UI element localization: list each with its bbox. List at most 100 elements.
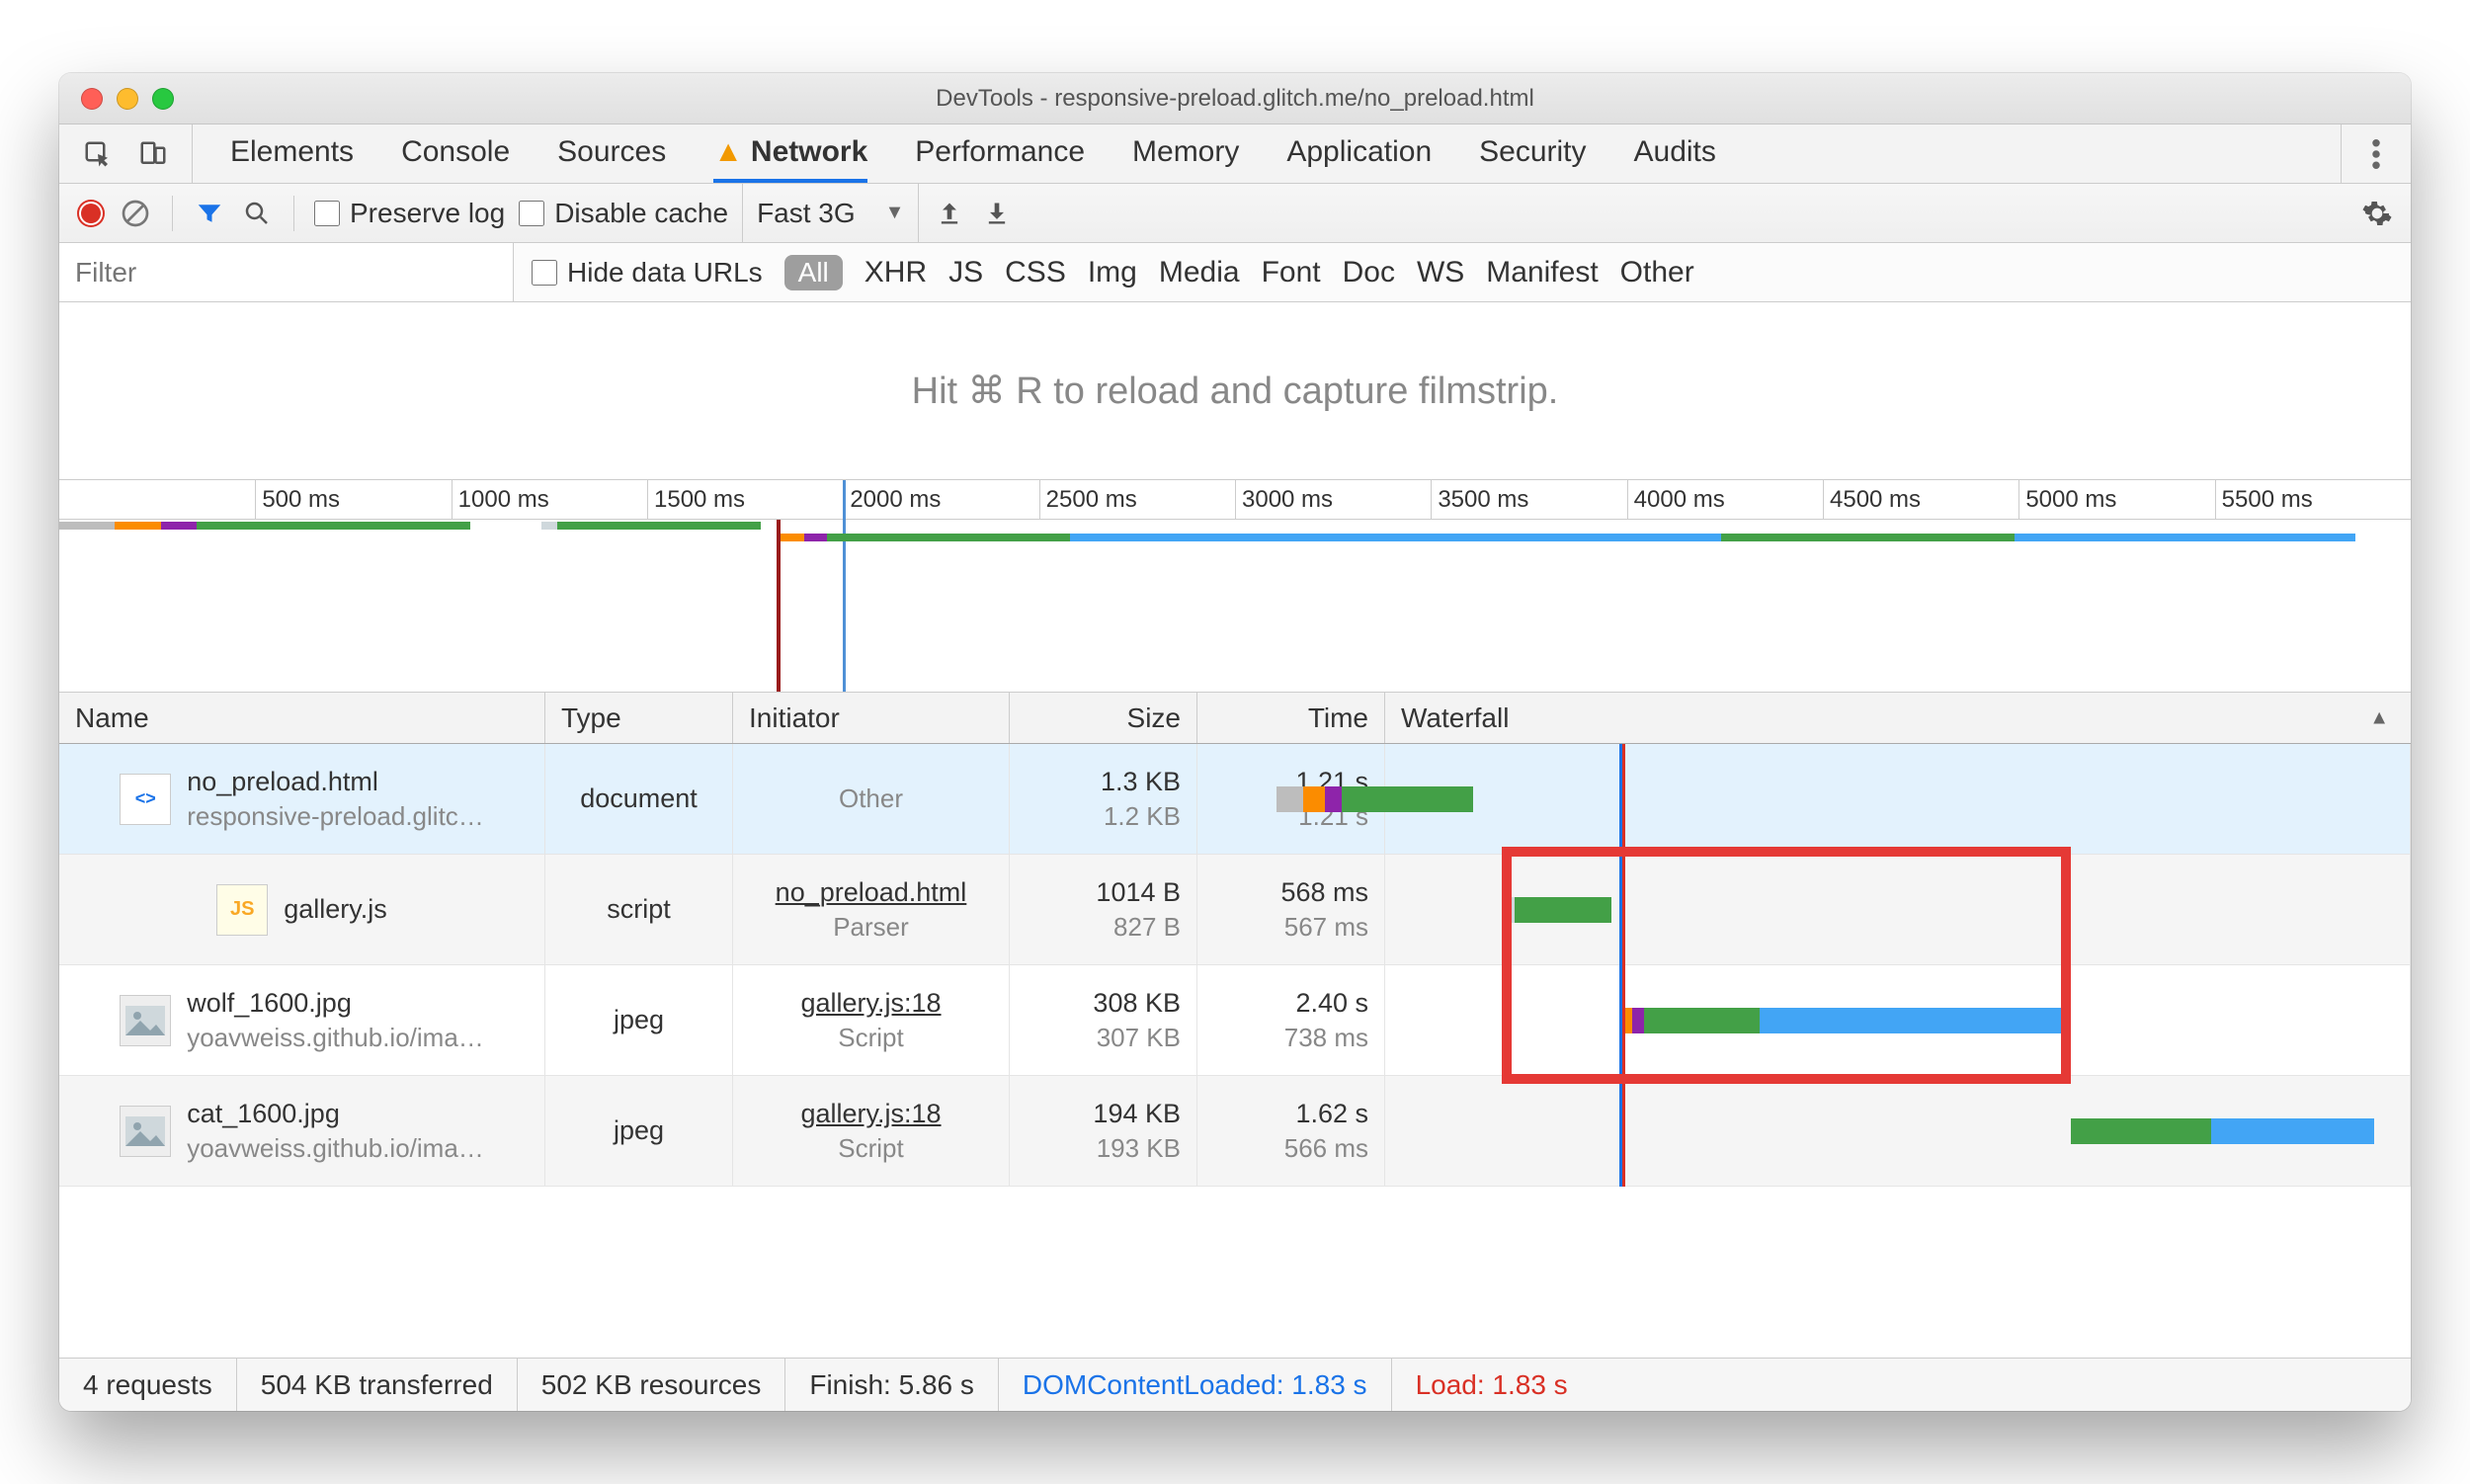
col-size[interactable]: Size [1010, 693, 1197, 743]
time-sub: 566 ms [1284, 1133, 1368, 1164]
ruler-tick: 4500 ms [1823, 480, 1921, 519]
kebab-menu-icon[interactable] [2359, 137, 2393, 171]
request-type: jpeg [545, 1076, 733, 1186]
wf-segment [1303, 786, 1326, 812]
time: 568 ms [1280, 877, 1368, 908]
filter-type-js[interactable]: JS [948, 256, 983, 289]
tab-security[interactable]: Security [1479, 124, 1586, 183]
initiator-sub: Parser [833, 912, 909, 943]
chevron-down-icon: ▼ [885, 202, 905, 224]
wf-segment [2071, 1118, 2211, 1144]
status-dcl: DOMContentLoaded: 1.83 s [999, 1359, 1392, 1411]
waterfall-cell [1385, 965, 2411, 1075]
time: 1.62 s [1295, 1099, 1368, 1129]
initiator-sub: Script [838, 1133, 903, 1164]
col-waterfall[interactable]: Waterfall▲ [1385, 693, 2411, 743]
download-har-icon[interactable] [980, 197, 1014, 230]
size: 1014 B [1096, 877, 1181, 908]
filter-all-pill[interactable]: All [784, 255, 843, 290]
overview-segment [197, 522, 314, 530]
initiator-link[interactable]: gallery.js:18 [800, 1099, 941, 1129]
preserve-log-checkbox[interactable]: Preserve log [314, 198, 505, 229]
search-icon[interactable] [240, 197, 274, 230]
tab-console[interactable]: Console [401, 124, 510, 183]
request-host: responsive-preload.glitc… [187, 801, 484, 832]
request-host: yoavweiss.github.io/ima… [187, 1133, 484, 1164]
initiator-text: Other [839, 783, 903, 814]
record-button[interactable] [77, 200, 105, 227]
request-name: gallery.js [284, 894, 387, 925]
upload-har-icon[interactable] [933, 197, 966, 230]
tab-memory[interactable]: Memory [1132, 124, 1239, 183]
ruler-tick: 3000 ms [1235, 480, 1333, 519]
status-transferred: 504 KB transferred [237, 1359, 518, 1411]
disable-cache-checkbox[interactable]: Disable cache [519, 198, 728, 229]
time-sub: 567 ms [1284, 912, 1368, 943]
status-finish: Finish: 5.86 s [785, 1359, 999, 1411]
col-time[interactable]: Time [1197, 693, 1385, 743]
request-type: document [545, 744, 733, 854]
filter-input[interactable] [59, 243, 514, 301]
tab-network[interactable]: ▲Network [713, 124, 867, 183]
filter-type-css[interactable]: CSS [1005, 256, 1066, 289]
tab-application[interactable]: Application [1286, 124, 1432, 183]
request-row[interactable]: <>no_preload.htmlresponsive-preload.glit… [59, 744, 2411, 855]
range-handle[interactable] [843, 480, 846, 692]
request-row[interactable]: wolf_1600.jpgyoavweiss.github.io/ima…jpe… [59, 965, 2411, 1076]
tab-audits[interactable]: Audits [1634, 124, 1716, 183]
waterfall-cell [1385, 1076, 2411, 1186]
filter-type-ws[interactable]: WS [1417, 256, 1464, 289]
ruler-tick: 1000 ms [452, 480, 549, 519]
status-resources: 502 KB resources [518, 1359, 786, 1411]
clear-button[interactable] [119, 197, 152, 230]
filter-type-font[interactable]: Font [1262, 256, 1321, 289]
overview-segment [804, 534, 828, 541]
wf-segment [2211, 1118, 2374, 1144]
inspect-element-icon[interactable] [81, 137, 115, 171]
size: 194 KB [1093, 1099, 1181, 1129]
time-sub: 738 ms [1284, 1023, 1368, 1053]
request-type: jpeg [545, 965, 733, 1075]
wf-segment [1507, 897, 1515, 923]
overview-segment [1070, 534, 1720, 541]
filter-type-manifest[interactable]: Manifest [1486, 256, 1598, 289]
status-load: Load: 1.83 s [1392, 1359, 1592, 1411]
size-sub: 193 KB [1097, 1133, 1181, 1164]
filter-type-doc[interactable]: Doc [1343, 256, 1395, 289]
request-type: script [545, 855, 733, 964]
col-type[interactable]: Type [545, 693, 733, 743]
throttling-select[interactable]: Fast 3G ▼ [742, 184, 919, 242]
waterfall-cell [1385, 744, 2411, 854]
size-sub: 827 B [1113, 912, 1181, 943]
status-bar: 4 requests 504 KB transferred 502 KB res… [59, 1358, 2411, 1411]
col-name[interactable]: Name [59, 693, 545, 743]
tab-performance[interactable]: Performance [915, 124, 1085, 183]
ruler-tick: 4000 ms [1627, 480, 1725, 519]
col-initiator[interactable]: Initiator [733, 693, 1010, 743]
size: 1.3 KB [1101, 767, 1181, 797]
hide-data-urls-checkbox[interactable]: Hide data URLs [532, 257, 763, 289]
filter-type-other[interactable]: Other [1620, 256, 1694, 289]
settings-gear-icon[interactable] [2361, 198, 2393, 229]
filter-type-media[interactable]: Media [1159, 256, 1240, 289]
table-headers: Name Type Initiator Size Time Waterfall▲ [59, 693, 2411, 744]
waterfall-cell [1385, 855, 2411, 964]
tab-sources[interactable]: Sources [557, 124, 666, 183]
titlebar: DevTools - responsive-preload.glitch.me/… [59, 73, 2411, 124]
initiator-link[interactable]: gallery.js:18 [800, 988, 941, 1019]
request-row[interactable]: cat_1600.jpgyoavweiss.github.io/ima…jpeg… [59, 1076, 2411, 1187]
ruler-tick: 5000 ms [2018, 480, 2116, 519]
request-row[interactable]: JSgallery.jsscriptno_preload.htmlParser1… [59, 855, 2411, 965]
filter-type-img[interactable]: Img [1088, 256, 1137, 289]
load-line [1622, 744, 1625, 1187]
timeline-overview[interactable]: 500 ms1000 ms1500 ms2000 ms2500 ms3000 m… [59, 480, 2411, 693]
status-requests: 4 requests [59, 1359, 237, 1411]
overview-segment [59, 522, 115, 530]
filter-toggle-icon[interactable] [193, 197, 226, 230]
request-name: no_preload.html [187, 767, 484, 797]
device-toolbar-icon[interactable] [136, 137, 170, 171]
tab-elements[interactable]: Elements [230, 124, 354, 183]
initiator-link[interactable]: no_preload.html [776, 877, 967, 908]
filter-type-xhr[interactable]: XHR [864, 256, 927, 289]
overview-segment [314, 522, 471, 530]
